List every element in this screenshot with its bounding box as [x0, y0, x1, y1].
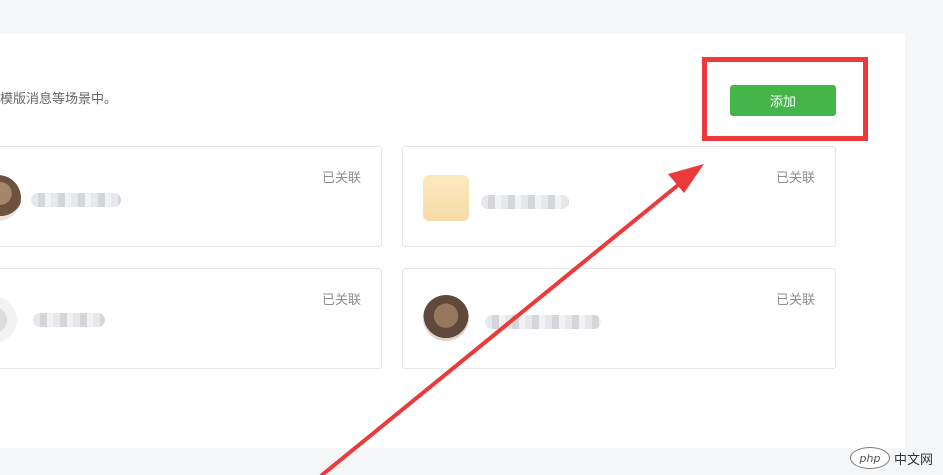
watermark: php 中文网 [849, 447, 933, 469]
php-logo-icon: php [849, 447, 890, 469]
watermark-site-text: 中文网 [893, 452, 933, 468]
annotation-arrow [320, 164, 704, 475]
